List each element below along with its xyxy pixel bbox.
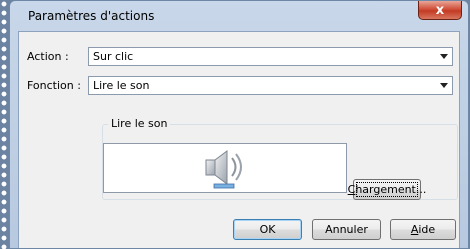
speaker-note-icon (205, 150, 242, 189)
action-label: Action : (27, 50, 69, 63)
function-dropdown-value: Lire le son (93, 79, 150, 92)
sound-group-title: Lire le son (108, 117, 171, 130)
window-title: Paramètres d'actions (28, 9, 155, 23)
chevron-down-icon (440, 54, 448, 59)
cancel-button-label: Annuler (325, 223, 368, 236)
sound-preview-box (103, 143, 347, 193)
sound-groupbox: Lire le son Chargement... (102, 117, 458, 200)
ok-button-label: OK (259, 223, 276, 236)
action-dropdown-value: Sur clic (93, 50, 134, 63)
load-button-accel: C (347, 183, 356, 196)
function-dropdown[interactable]: Lire le son (88, 76, 453, 95)
action-dropdown[interactable]: Sur clic (88, 47, 453, 66)
function-label: Fonction : (27, 79, 81, 92)
desktop-dots-decoration (0, 0, 9, 249)
ok-button[interactable]: OK (233, 219, 302, 240)
help-button-label: ide (418, 223, 436, 236)
title-bar[interactable]: Paramètres d'actions x (10, 1, 468, 29)
close-icon: x (435, 2, 445, 18)
dialog-window: Paramètres d'actions x Action : Sur clic… (9, 0, 469, 249)
dialog-client-area: Action : Sur clic Fonction : Lire le son… (18, 31, 460, 248)
help-button-accel: A (410, 223, 419, 236)
close-button[interactable]: x (418, 1, 462, 20)
load-sound-button[interactable]: Chargement... (348, 179, 426, 200)
cancel-button[interactable]: Annuler (312, 219, 381, 240)
chevron-down-icon (440, 83, 448, 88)
help-button[interactable]: Aide (390, 219, 456, 240)
load-button-label: hargement... (355, 183, 427, 196)
